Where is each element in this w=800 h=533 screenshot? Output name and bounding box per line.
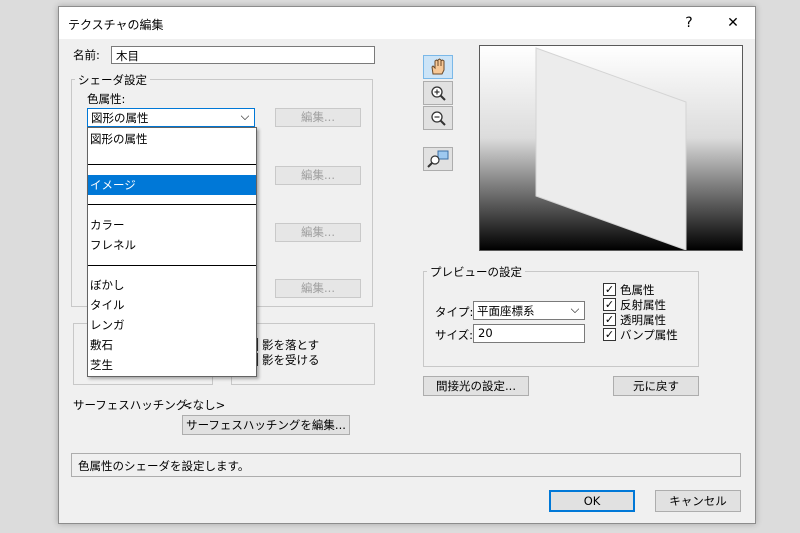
color-attribute-select[interactable]: 図形の属性 ⌵ (87, 108, 255, 127)
dropdown-item-blur[interactable]: ぼかし (88, 275, 256, 295)
color-attr-check-label: 色属性 (620, 283, 655, 297)
color-attribute-label: 色属性: (87, 92, 126, 106)
transparency-attr-checkbox[interactable]: ✓ (603, 313, 616, 326)
status-text: 色属性のシェーダを設定します。 (78, 459, 250, 473)
cancel-button[interactable]: キャンセル (655, 490, 741, 512)
surface-hatching-value: <なし> (183, 398, 226, 412)
zoom-out-icon (431, 111, 446, 126)
color-attribute-dropdown: 図形の属性 イメージ カラー フレネル ぼかし タイル レンガ 敷石 芝生 (87, 127, 257, 377)
cast-shadow-label: 影を落とす (262, 338, 320, 352)
preview-type-value: 平面座標系 (477, 304, 535, 318)
dropdown-item-shape-attr[interactable]: 図形の属性 (88, 129, 256, 149)
preview-type-label: タイプ: (435, 305, 474, 319)
reflection-edit-button[interactable]: 編集... (275, 166, 361, 185)
bump-edit-button[interactable]: 編集... (275, 279, 361, 298)
preview-settings-title: プレビューの設定 (427, 264, 525, 280)
color-edit-button[interactable]: 編集... (275, 108, 361, 127)
zoom-in-button[interactable] (423, 81, 453, 105)
color-attr-checkbox[interactable]: ✓ (603, 283, 616, 296)
dropdown-item-image[interactable]: イメージ (88, 175, 256, 195)
preview-type-select[interactable]: 平面座標系 ⌵ (473, 301, 585, 320)
dropdown-separator (88, 204, 256, 205)
zoom-in-icon (431, 86, 446, 101)
dialog-title: テクスチャの編集 (68, 18, 164, 32)
receive-shadow-label: 影を受ける (262, 353, 320, 367)
dropdown-item-color[interactable]: カラー (88, 215, 256, 235)
bump-attr-checkbox[interactable]: ✓ (603, 328, 616, 341)
transparency-edit-button[interactable]: 編集... (275, 223, 361, 242)
zoom-out-button[interactable] (423, 106, 453, 130)
dropdown-item-fresnel[interactable]: フレネル (88, 235, 256, 255)
reflection-attr-checkbox[interactable]: ✓ (603, 298, 616, 311)
dropdown-item-tile[interactable]: タイル (88, 295, 256, 315)
ok-button[interactable]: OK (549, 490, 635, 512)
preview-size-label: サイズ: (435, 328, 474, 342)
chevron-down-icon: ⌵ (240, 109, 250, 123)
preview-render (480, 46, 742, 250)
dropdown-item-paving-stone[interactable]: 敷石 (88, 335, 256, 355)
dropdown-item-grass[interactable]: 芝生 (88, 355, 256, 375)
transparency-attr-check-label: 透明属性 (620, 313, 666, 327)
zoom-fit-button[interactable] (423, 147, 453, 171)
zoom-fit-icon (427, 150, 449, 168)
indirect-light-settings-button[interactable]: 間接光の設定... (423, 376, 529, 396)
texture-edit-dialog: テクスチャの編集 ? ✕ 名前: 木目 シェーダ設定 色属性: 図形の属性 ⌵ … (58, 6, 756, 524)
reset-button[interactable]: 元に戻す (613, 376, 699, 396)
help-button[interactable]: ? (675, 13, 703, 33)
dropdown-separator (88, 164, 256, 165)
reflection-attr-check-label: 反射属性 (620, 298, 666, 312)
name-label: 名前: (73, 48, 100, 62)
bump-attr-check-label: バンプ属性 (620, 328, 678, 342)
color-attribute-value: 図形の属性 (91, 111, 149, 125)
dropdown-item-brick[interactable]: レンガ (88, 315, 256, 335)
preview-size-input[interactable]: 20 (473, 324, 585, 343)
texture-preview (479, 45, 743, 251)
close-button[interactable]: ✕ (719, 13, 747, 33)
hand-pan-icon (431, 58, 445, 75)
dropdown-separator (88, 265, 256, 266)
edit-surface-hatching-button[interactable]: サーフェスハッチングを編集... (182, 415, 350, 435)
title-bar: テクスチャの編集 ? ✕ (59, 7, 755, 39)
chevron-down-icon: ⌵ (570, 302, 580, 316)
pan-tool-button[interactable] (423, 55, 453, 79)
shader-settings-title: シェーダ設定 (75, 72, 150, 88)
name-input[interactable]: 木目 (111, 46, 375, 64)
surface-hatching-label: サーフェスハッチング: (73, 398, 192, 412)
status-bar: 色属性のシェーダを設定します。 (71, 453, 741, 477)
